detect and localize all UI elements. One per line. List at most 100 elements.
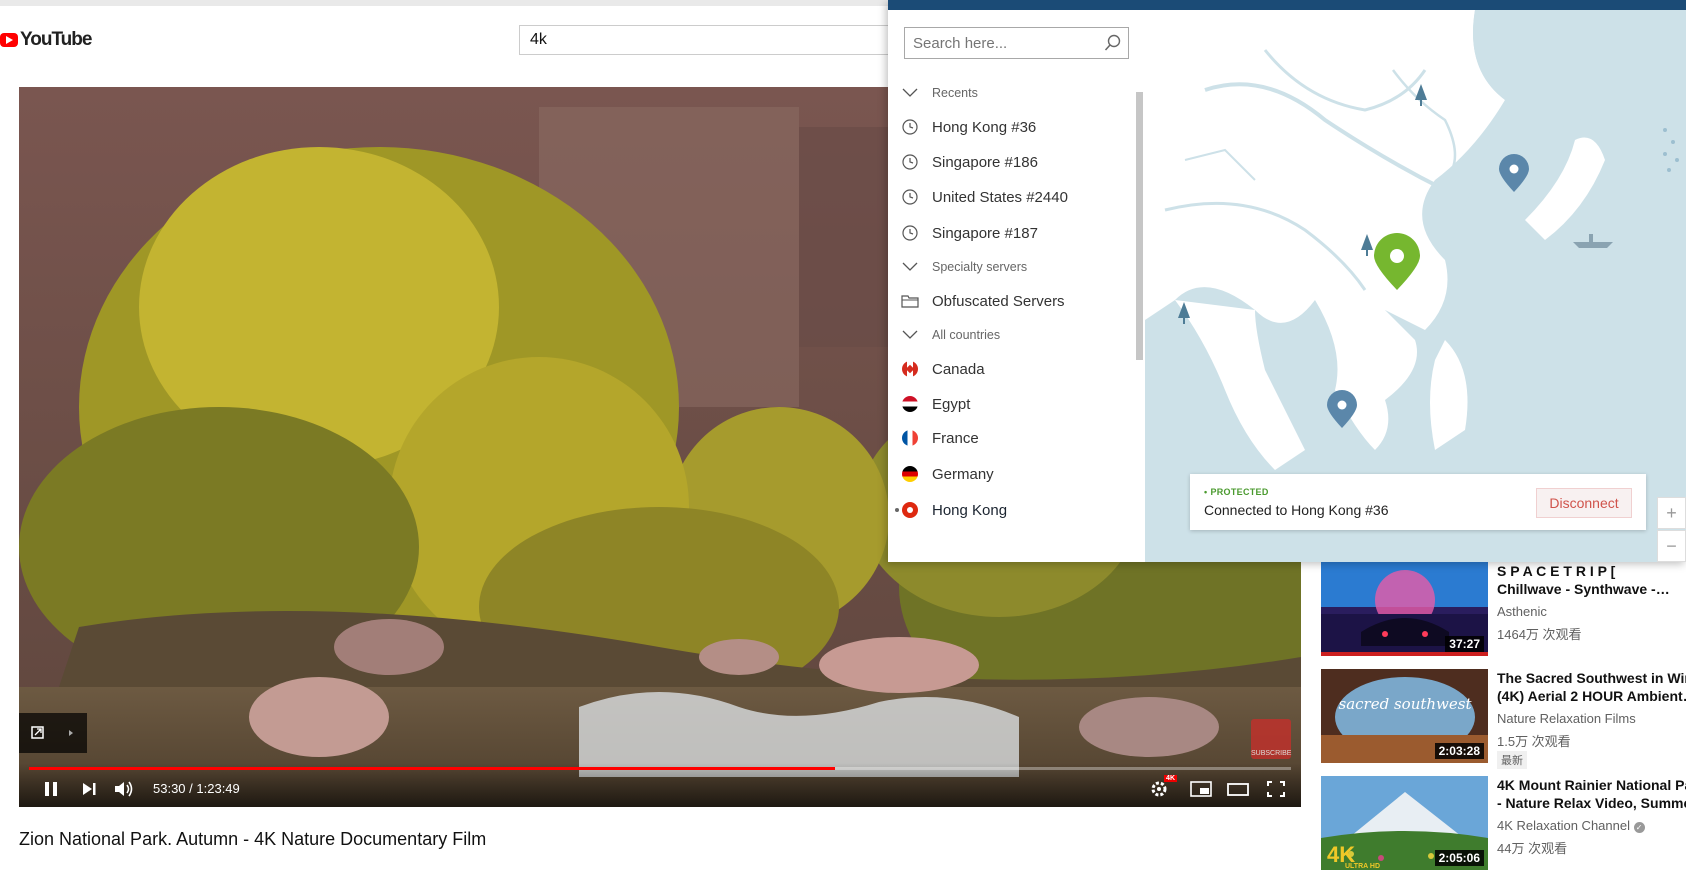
egypt-flag-icon bbox=[902, 396, 918, 412]
recent-server-item[interactable]: United States #2440 bbox=[888, 180, 1136, 214]
vpn-search-box[interactable] bbox=[904, 27, 1129, 59]
next-icon bbox=[83, 783, 96, 795]
recommendation-thumbnail[interactable]: 4K ULTRA HD 2:05:06 bbox=[1321, 776, 1488, 870]
verified-icon: ✓ bbox=[1633, 822, 1645, 833]
duration-label: 2:05:06 bbox=[1434, 850, 1484, 866]
expand-icon bbox=[31, 726, 73, 739]
france-flag-icon bbox=[902, 430, 918, 446]
recent-server-item[interactable]: Singapore #187 bbox=[888, 216, 1136, 250]
location-pin-icon[interactable] bbox=[1325, 388, 1359, 430]
next-button[interactable] bbox=[79, 779, 99, 799]
recommendation-item[interactable]: 37:27 S P A C E T R I P [ Chillwave - Sy… bbox=[1321, 562, 1686, 662]
country-item-egypt[interactable]: Egypt bbox=[888, 387, 1136, 421]
theater-icon bbox=[1227, 783, 1249, 796]
country-item-france[interactable]: France bbox=[888, 421, 1136, 455]
recommendation-item[interactable]: 4K ULTRA HD 2:05:06 4K Mount Rainier Nat… bbox=[1321, 776, 1686, 876]
country-label: Hong Kong bbox=[932, 501, 1008, 519]
recommendation-title-line2[interactable]: - Nature Relax Video, Summer bbox=[1497, 794, 1686, 812]
pause-button[interactable] bbox=[41, 779, 61, 799]
country-label: France bbox=[932, 429, 979, 447]
country-label: Germany bbox=[932, 465, 994, 483]
theater-mode-button[interactable] bbox=[1225, 779, 1251, 799]
recent-server-item[interactable]: Hong Kong #36 bbox=[888, 110, 1136, 144]
germany-flag-icon bbox=[902, 466, 918, 482]
server-label: Obfuscated Servers bbox=[932, 292, 1065, 310]
progress-bar[interactable] bbox=[29, 767, 1291, 770]
channel-name[interactable]: Asthenic bbox=[1497, 604, 1547, 619]
server-label: Singapore #187 bbox=[932, 224, 1038, 242]
youtube-play-icon bbox=[0, 33, 18, 47]
settings-button[interactable]: 4K bbox=[1149, 775, 1177, 799]
recommendation-thumbnail[interactable]: sacred southwest 2:03:28 bbox=[1321, 669, 1488, 763]
recommendation-title-line1[interactable]: The Sacred Southwest in Wint bbox=[1497, 669, 1686, 687]
miniplayer-overlay[interactable] bbox=[19, 713, 87, 753]
recent-server-item[interactable]: Singapore #186 bbox=[888, 145, 1136, 179]
youtube-logo-text: YouTube bbox=[20, 29, 92, 50]
active-indicator bbox=[895, 508, 899, 512]
search-icon[interactable] bbox=[1104, 34, 1122, 52]
new-badge: 最新 bbox=[1497, 751, 1527, 769]
progress-played bbox=[29, 767, 835, 770]
vpn-title-bar bbox=[888, 0, 1686, 10]
country-label: Canada bbox=[932, 360, 985, 378]
miniplayer-button[interactable] bbox=[1189, 779, 1213, 799]
country-item-germany[interactable]: Germany bbox=[888, 457, 1136, 491]
time-current: 53:30 bbox=[153, 781, 186, 796]
location-pin-icon[interactable] bbox=[1497, 152, 1531, 194]
miniplayer-icon bbox=[1190, 781, 1212, 797]
youtube-search-input[interactable] bbox=[520, 26, 900, 54]
clock-icon bbox=[902, 189, 918, 205]
recommendation-thumbnail[interactable]: 37:27 bbox=[1321, 562, 1488, 656]
specialty-server-item[interactable]: Obfuscated Servers bbox=[888, 284, 1136, 318]
time-total: 1:23:49 bbox=[196, 781, 240, 796]
duration-label: 2:03:28 bbox=[1434, 743, 1484, 759]
channel-name[interactable]: Nature Relaxation Films bbox=[1497, 711, 1636, 726]
section-label: All countries bbox=[932, 328, 1001, 342]
subscribe-label: SUBSCRIBE bbox=[1251, 750, 1292, 757]
section-specialty-servers[interactable]: Specialty servers bbox=[888, 250, 1136, 284]
volume-icon bbox=[115, 781, 133, 797]
section-recents[interactable]: Recents bbox=[888, 76, 1136, 110]
recommendation-item[interactable]: sacred southwest 2:03:28 The Sacred Sout… bbox=[1321, 669, 1686, 769]
youtube-search-box[interactable] bbox=[519, 25, 900, 55]
recommendation-title-line1[interactable]: S P A C E T R I P [ bbox=[1497, 562, 1686, 580]
youtube-header: YouTube bbox=[0, 6, 900, 62]
canada-flag-icon bbox=[902, 361, 918, 377]
vpn-sidebar: Recents Hong Kong #36 Singapore #186 Uni… bbox=[888, 10, 1145, 562]
subscribe-watermark[interactable]: SUBSCRIBE bbox=[1251, 719, 1291, 759]
fullscreen-button[interactable] bbox=[1265, 779, 1287, 799]
quality-badge: 4K bbox=[1164, 775, 1177, 782]
zoom-in-button[interactable]: + bbox=[1657, 497, 1686, 529]
recommendation-title-line2[interactable]: (4K) Aerial 2 HOUR Ambient… bbox=[1497, 687, 1686, 705]
country-item-hong-kong[interactable]: Hong Kong bbox=[888, 493, 1136, 527]
disconnect-button[interactable]: Disconnect bbox=[1536, 488, 1632, 518]
country-item-canada[interactable]: Canada bbox=[888, 352, 1136, 386]
recommendation-title-line1[interactable]: 4K Mount Rainier National Par bbox=[1497, 776, 1686, 794]
server-label: Hong Kong #36 bbox=[932, 118, 1037, 136]
active-location-pin-icon[interactable] bbox=[1372, 232, 1422, 292]
view-count: 1.5万 次观看 bbox=[1497, 734, 1571, 749]
zoom-out-button[interactable]: − bbox=[1657, 530, 1686, 562]
sidebar-scrollbar[interactable] bbox=[1136, 92, 1143, 360]
vpn-search-input[interactable] bbox=[905, 28, 1111, 58]
section-label: Specialty servers bbox=[932, 260, 1028, 274]
section-all-countries[interactable]: All countries bbox=[888, 318, 1136, 352]
time-display: 53:30 / 1:23:49 bbox=[153, 781, 240, 796]
section-label: Recents bbox=[932, 86, 978, 100]
clock-icon bbox=[902, 119, 918, 135]
connection-status-card: PROTECTED Connected to Hong Kong #36 Dis… bbox=[1190, 474, 1646, 530]
chevron-down-icon bbox=[902, 330, 918, 339]
chevron-down-icon bbox=[902, 262, 918, 271]
recommendation-title-line2[interactable]: Chillwave - Synthwave -… bbox=[1497, 580, 1686, 598]
youtube-logo[interactable]: YouTube bbox=[0, 28, 92, 52]
view-count: 44万 次观看 bbox=[1497, 841, 1568, 856]
connected-server-text: Connected to Hong Kong #36 bbox=[1204, 502, 1389, 518]
volume-button[interactable] bbox=[113, 779, 135, 799]
duration-label: 37:27 bbox=[1445, 636, 1484, 652]
channel-name[interactable]: 4K Relaxation Channel ✓ bbox=[1497, 818, 1645, 833]
channel-name-text: 4K Relaxation Channel bbox=[1497, 818, 1630, 833]
server-label: United States #2440 bbox=[932, 188, 1068, 206]
time-separator: / bbox=[185, 781, 197, 796]
protected-status: PROTECTED bbox=[1204, 487, 1269, 497]
thumbnail-title-text: sacred southwest bbox=[1339, 695, 1473, 713]
